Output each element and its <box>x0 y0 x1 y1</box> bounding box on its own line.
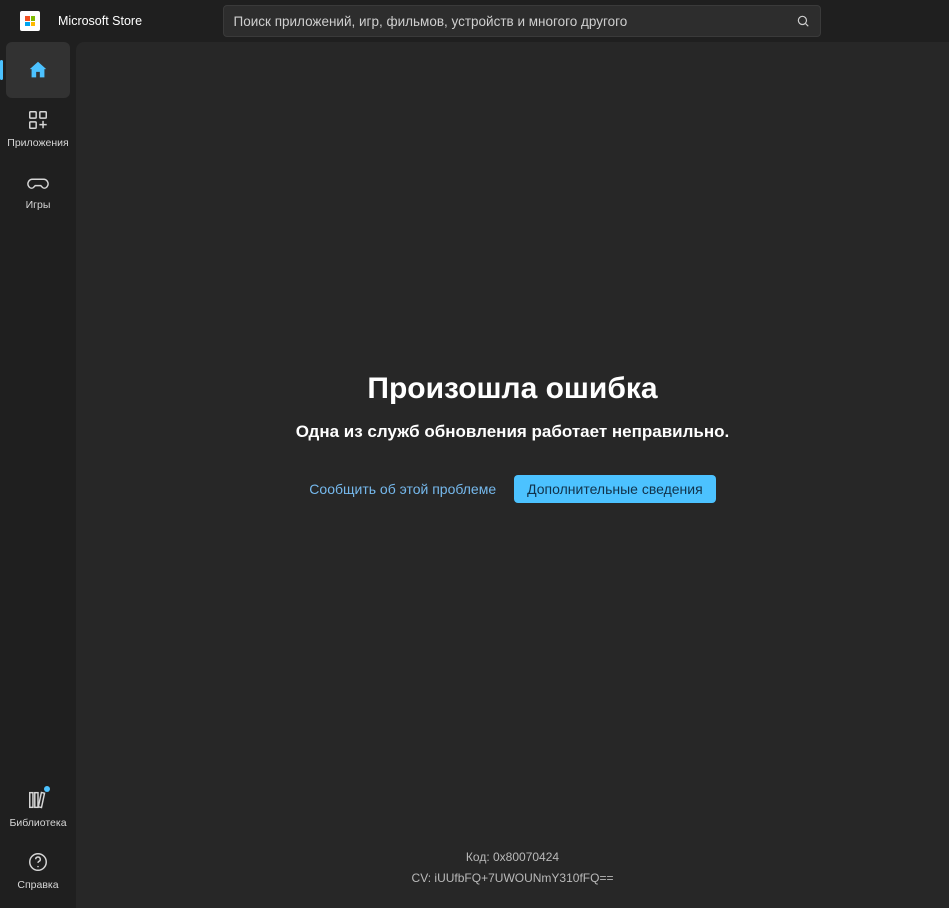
search-icon[interactable] <box>796 14 810 28</box>
nav-help-label: Справка <box>17 879 58 891</box>
home-icon <box>27 59 49 81</box>
error-subtitle: Одна из служб обновления работает неправ… <box>296 420 730 445</box>
games-icon <box>27 171 49 193</box>
error-cv: CV: iUUfbFQ+7UWOUNmY310fFQ== <box>76 868 949 890</box>
app-title: Microsoft Store <box>58 14 142 28</box>
app-store-icon <box>20 11 40 31</box>
help-icon <box>27 851 49 873</box>
search-box[interactable] <box>223 5 821 37</box>
apps-icon <box>27 109 49 131</box>
error-block: Произошла ошибка Одна из служб обновлени… <box>296 372 730 503</box>
nav-library[interactable]: Библиотека <box>6 778 70 840</box>
nav-games-label: Игры <box>26 199 51 211</box>
nav-library-label: Библиотека <box>9 817 66 829</box>
nav-apps-label: Приложения <box>7 137 68 149</box>
sidebar: Приложения Игры <box>0 42 76 908</box>
nav-home[interactable] <box>6 42 70 98</box>
nav-apps[interactable]: Приложения <box>6 98 70 160</box>
error-title: Произошла ошибка <box>296 372 730 406</box>
error-codes: Код: 0x80070424 CV: iUUfbFQ+7UWOUNmY310f… <box>76 847 949 890</box>
main-content: Произошла ошибка Одна из служб обновлени… <box>76 42 949 908</box>
nav-games[interactable]: Игры <box>6 160 70 222</box>
more-info-button[interactable]: Дополнительные сведения <box>514 475 716 503</box>
titlebar: Microsoft Store <box>0 0 949 42</box>
report-problem-link[interactable]: Сообщить об этой проблеме <box>309 481 496 497</box>
notification-dot-icon <box>44 786 50 792</box>
error-code: Код: 0x80070424 <box>76 847 949 869</box>
nav-help[interactable]: Справка <box>6 840 70 902</box>
library-icon <box>27 789 49 811</box>
search-input[interactable] <box>234 14 796 29</box>
